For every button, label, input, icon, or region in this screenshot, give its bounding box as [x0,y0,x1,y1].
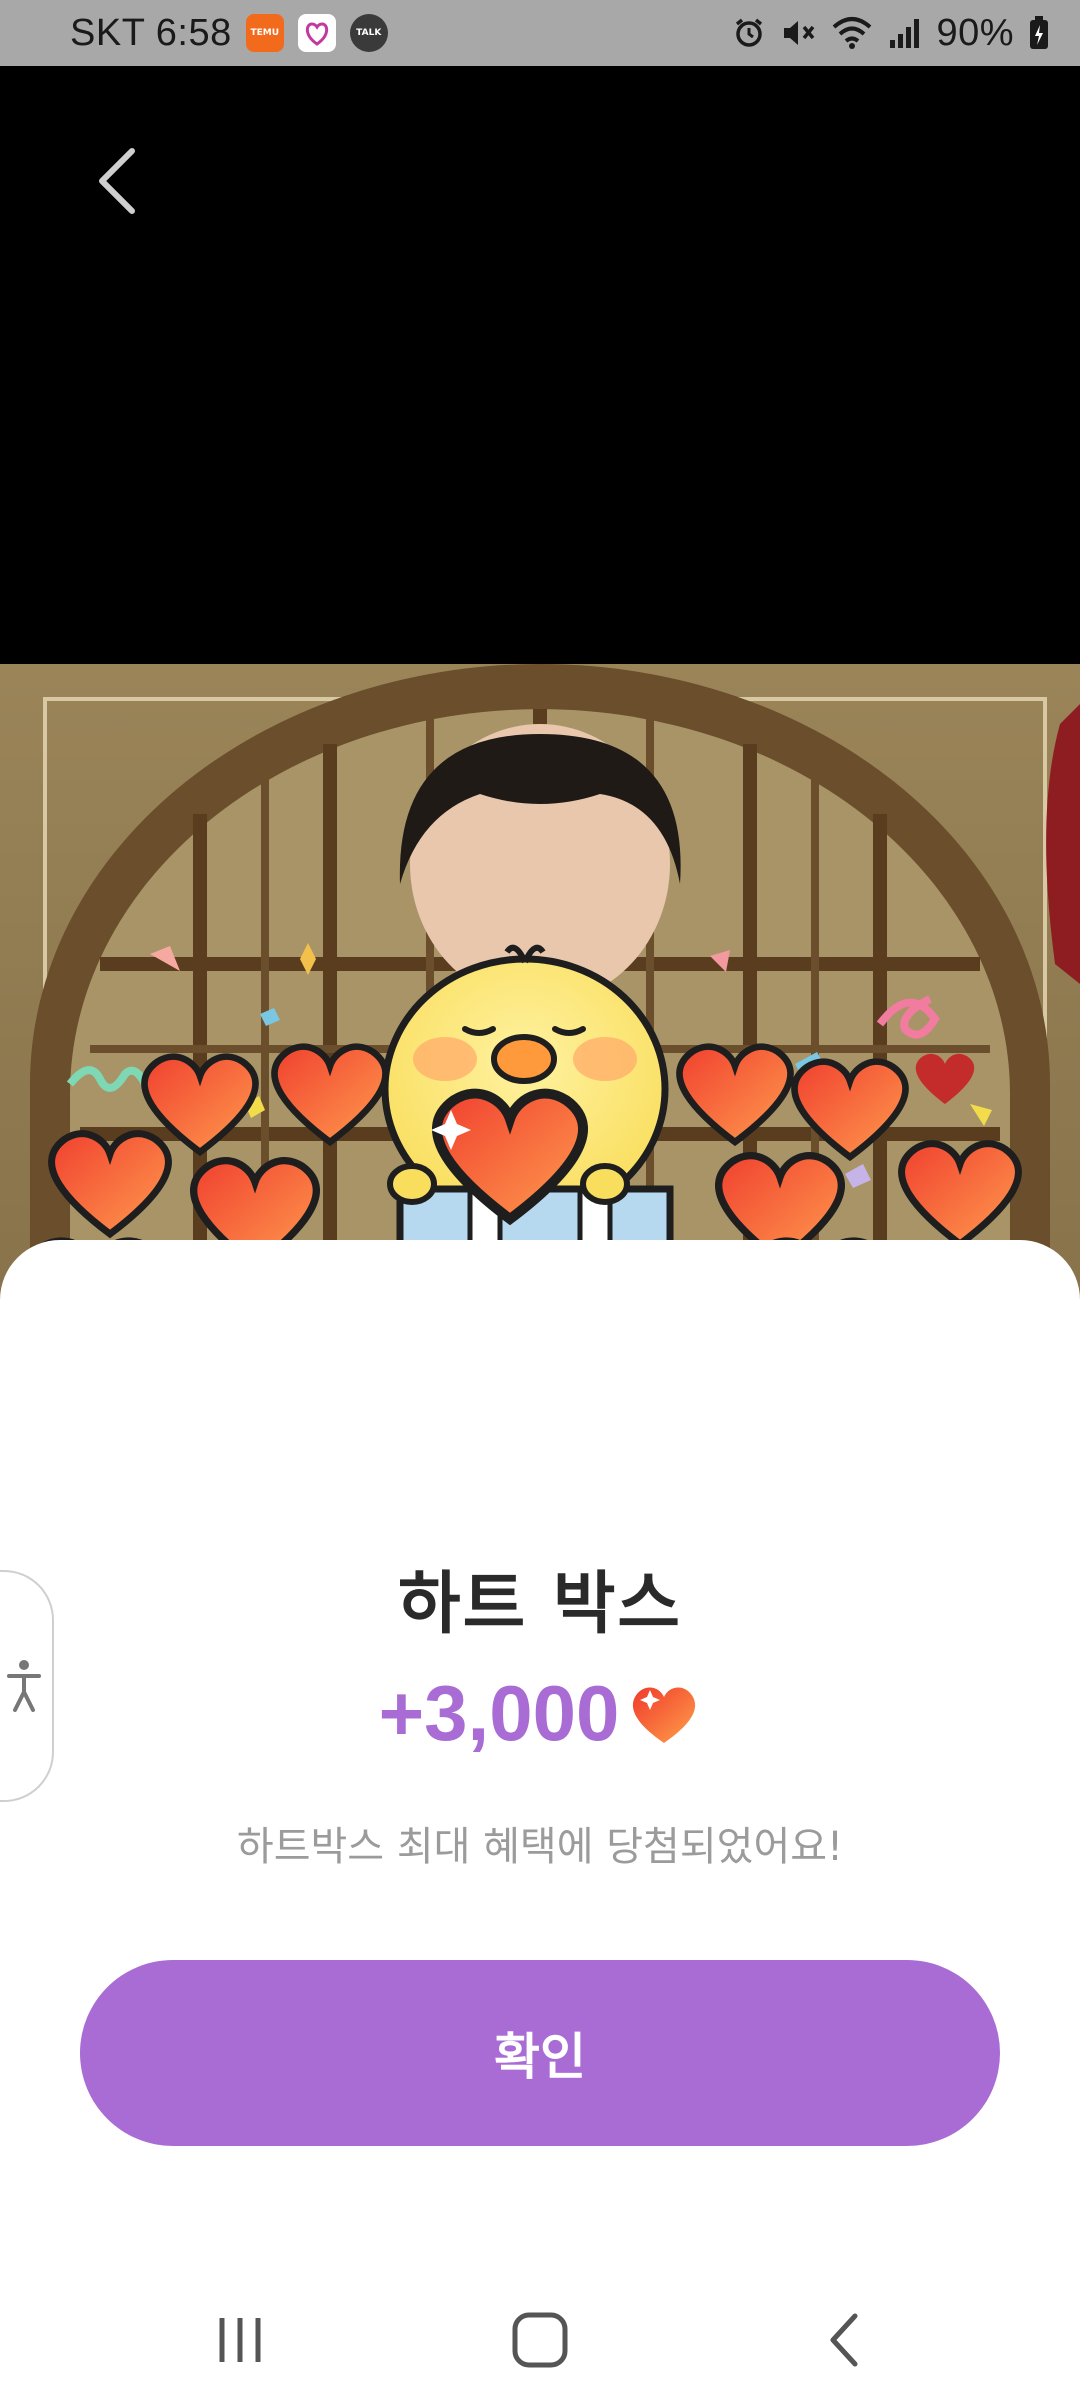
navigation-bar [0,2260,1080,2408]
home-icon [512,2312,568,2368]
battery-percent: 90% [936,11,1014,54]
wifi-icon [833,17,872,49]
reward-row: +3,000 [0,1668,1080,1759]
accessibility-icon [7,1660,41,1712]
recent-apps-icon [219,2318,261,2362]
back-icon [830,2313,858,2367]
confirm-button[interactable]: 확인 [80,1960,1000,2146]
alarm-icon [736,18,763,47]
temu-icon: TEMU [245,14,284,52]
heart-app-icon [297,14,336,52]
status-bar: SKT 6:58 TEMU TALK 90% [0,0,1080,66]
system-back-button[interactable] [805,2300,885,2380]
result-message: 하트박스 최대 혜택에 당첨되었어요! [236,1824,844,1870]
temu-icon-label: TEMU [250,28,280,38]
kakao-talk-icon: TALK [349,14,388,52]
carrier-time: SKT 6:58 [70,11,232,54]
status-left: SKT 6:58 TEMU TALK [70,0,388,66]
chevron-left-icon [99,148,135,214]
reward-amount: +3,000 [378,1669,620,1757]
recent-apps-button[interactable] [200,2300,280,2380]
heart-icon [633,1687,696,1743]
status-right: 90% [732,0,1050,66]
battery-icon [1030,16,1048,49]
kakao-talk-label: TALK [356,28,382,38]
mute-icon [784,21,815,45]
dialog-title: 하트 박스 [398,1565,682,1644]
back-button[interactable] [80,136,160,226]
video-area [0,66,1080,664]
confirm-label: 확인 [494,2028,586,2086]
accessibility-tab[interactable] [0,1570,54,1802]
home-button[interactable] [500,2300,580,2380]
signal-icon [890,19,920,48]
